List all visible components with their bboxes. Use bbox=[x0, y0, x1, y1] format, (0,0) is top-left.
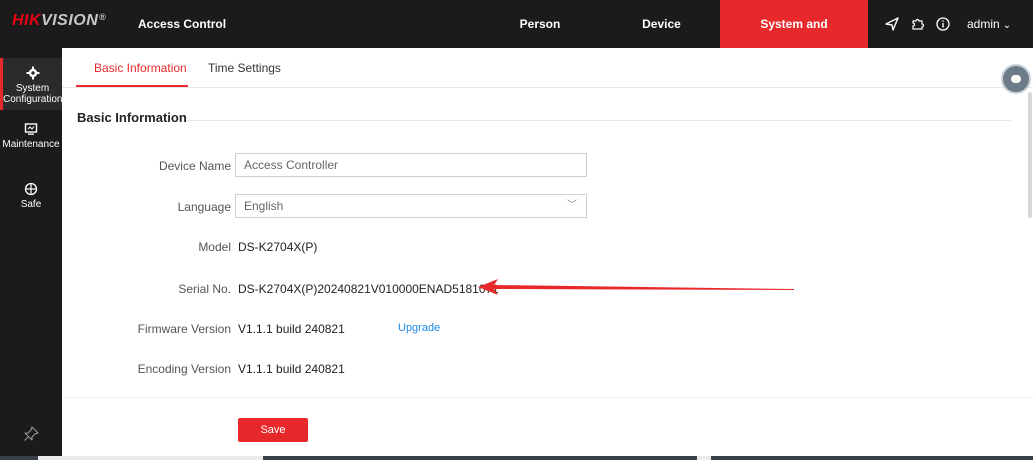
top-bar: HIKVISION® Access Control Person Managem… bbox=[0, 0, 1033, 79]
sidebar: System Configuration Maintenance Safe bbox=[0, 48, 62, 460]
firmware-label: Firmware Version bbox=[137, 322, 231, 336]
sidebar-item-maintenance[interactable]: Maintenance bbox=[0, 116, 62, 156]
app-title: Access Control bbox=[138, 17, 227, 31]
sidebar-item-label: System bbox=[15, 83, 50, 94]
sidebar-item-safe[interactable]: Safe bbox=[0, 176, 62, 216]
nav-device-management[interactable]: Device Management bbox=[603, 0, 720, 79]
language-label: Language bbox=[177, 200, 231, 214]
user-menu[interactable]: admin ⌄ bbox=[967, 17, 1011, 31]
monitor-icon bbox=[24, 123, 38, 135]
scrollbar[interactable] bbox=[1028, 92, 1032, 218]
taskbar-segment bbox=[697, 456, 711, 460]
sidebar-item-label: Maintenance bbox=[2, 139, 60, 150]
tab-time-settings[interactable]: Time Settings bbox=[208, 61, 281, 75]
nav-person-management[interactable]: Person Management bbox=[480, 0, 600, 79]
gear-icon bbox=[26, 66, 39, 80]
bottom-taskbar-strip bbox=[0, 456, 1033, 460]
section-title: Basic Information bbox=[77, 110, 187, 125]
pin-icon[interactable] bbox=[23, 426, 39, 442]
sidebar-item-label: Configuration bbox=[3, 94, 63, 105]
floating-assistant-button[interactable] bbox=[1001, 64, 1031, 94]
tab-bar: Basic Information Time Settings bbox=[62, 48, 1033, 88]
puzzle-icon[interactable] bbox=[910, 16, 926, 32]
model-value: DS-K2704X(P) bbox=[238, 240, 318, 254]
upgrade-link[interactable]: Upgrade bbox=[398, 322, 440, 334]
hikvision-logo: HIKVISION® bbox=[12, 12, 107, 29]
red-arrow-annotation bbox=[478, 279, 794, 295]
save-button[interactable]: Save bbox=[238, 418, 308, 442]
device-name-label: Device Name bbox=[158, 159, 231, 173]
shield-icon bbox=[24, 182, 38, 196]
chevron-down-icon: ⌄ bbox=[1002, 20, 1012, 31]
footer-divider bbox=[62, 397, 1033, 398]
info-icon[interactable] bbox=[935, 16, 951, 32]
serial-label: Serial No. bbox=[178, 282, 231, 296]
language-selected-value: English bbox=[244, 199, 284, 213]
encoding-label: Encoding Version bbox=[137, 362, 231, 376]
chevron-down-icon: ﹀ bbox=[567, 200, 577, 211]
language-select[interactable]: English ﹀ bbox=[235, 194, 587, 218]
username: admin bbox=[967, 17, 1000, 31]
section-divider bbox=[186, 120, 1011, 121]
encoding-value: V1.1.1 build 240821 bbox=[238, 362, 345, 376]
tab-basic-information[interactable]: Basic Information bbox=[94, 61, 187, 75]
taskbar-segment bbox=[38, 456, 263, 460]
sidebar-item-system-configuration[interactable]: System Configuration bbox=[0, 58, 62, 110]
sidebar-item-label: Safe bbox=[20, 199, 42, 210]
device-name-input[interactable]: Access Controller bbox=[235, 153, 587, 177]
serial-value: DS-K2704X(P)20240821V010000ENAD5181071 bbox=[238, 282, 499, 296]
chat-bubble-icon bbox=[1011, 75, 1021, 83]
nav-system-and-maintenance[interactable]: System and Maintenance bbox=[720, 0, 868, 79]
firmware-value: V1.1.1 build 240821 bbox=[238, 322, 345, 336]
model-label: Model bbox=[198, 240, 231, 254]
main-content: Basic Information Time Settings Basic In… bbox=[62, 48, 1033, 460]
send-icon[interactable] bbox=[884, 16, 900, 32]
active-tab-indicator bbox=[76, 85, 188, 87]
